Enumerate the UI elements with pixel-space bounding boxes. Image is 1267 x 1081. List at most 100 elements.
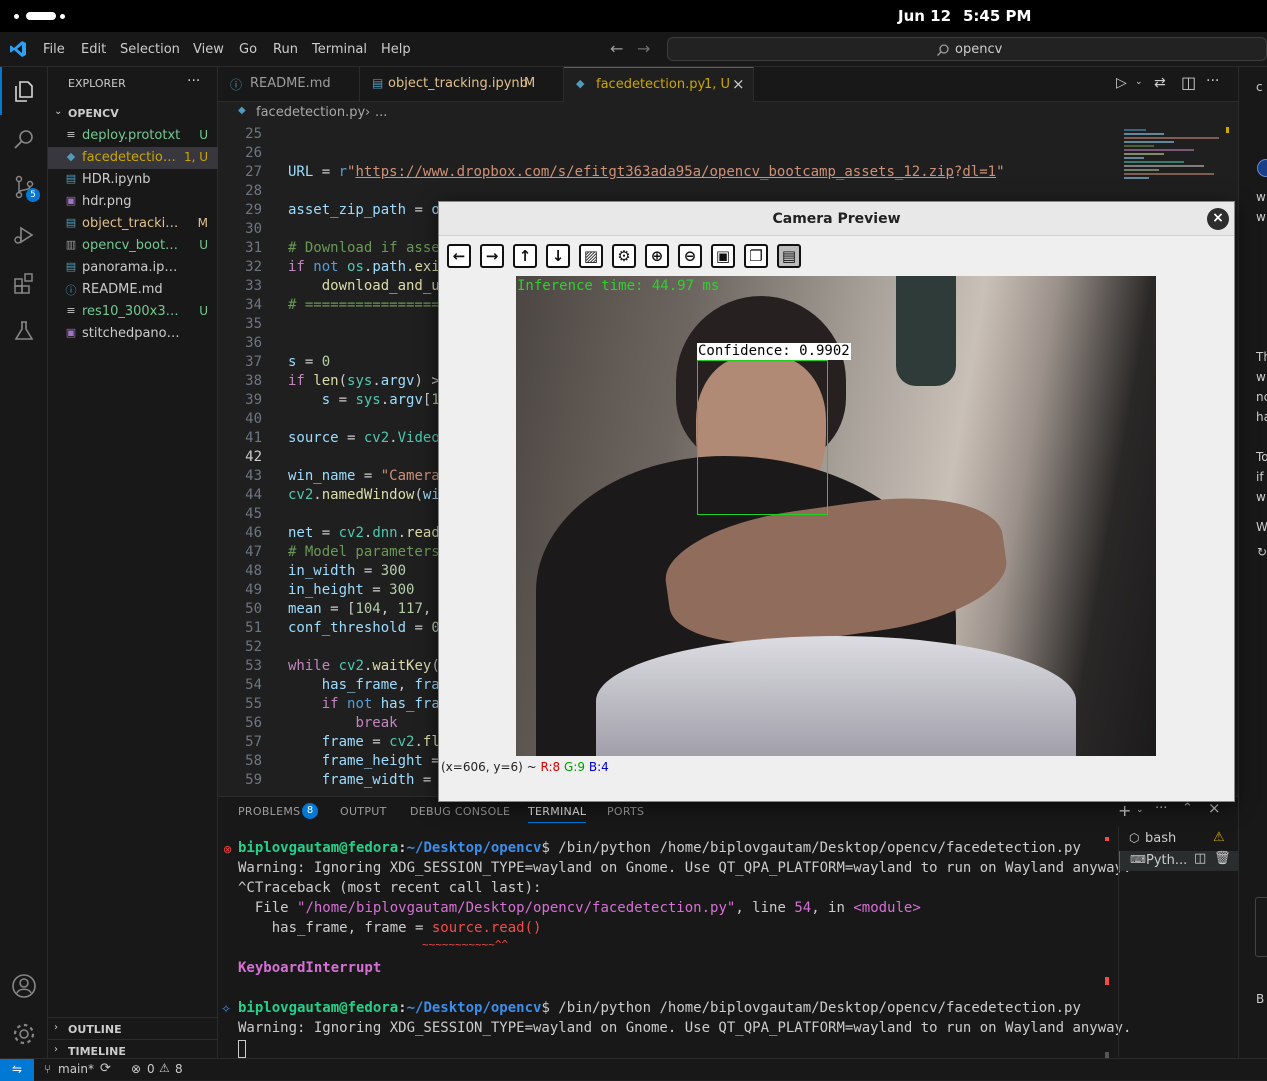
code-line[interactable]: has_frame, fra xyxy=(288,677,440,693)
code-line[interactable]: net = cv2.dnn.read xyxy=(288,525,440,541)
code-line[interactable]: frame = cv2.fl xyxy=(288,734,440,750)
file-item[interactable]: ▣ stitchedpanorama.jpg xyxy=(48,323,218,345)
more-actions-icon[interactable]: ··· xyxy=(1155,801,1167,816)
run-debug-icon[interactable] xyxy=(0,211,48,259)
code-line[interactable]: if not os.path.exi xyxy=(288,259,440,275)
code-line[interactable]: # Model parameters xyxy=(288,544,440,560)
menu-go[interactable]: Go xyxy=(239,42,257,57)
system-time[interactable]: 5:45 PM xyxy=(963,7,1031,25)
left-arrow-icon[interactable]: ← xyxy=(447,244,471,268)
run-icon[interactable]: ▷ xyxy=(1116,75,1127,91)
settings-gear-icon[interactable] xyxy=(0,1010,48,1058)
code-line[interactable]: s = sys.argv[1 xyxy=(288,392,440,408)
tab-terminal[interactable]: TERMINAL xyxy=(528,805,587,823)
refresh-icon[interactable]: ↻ xyxy=(1257,545,1267,559)
image-settings-icon[interactable]: ⚙ xyxy=(612,244,636,268)
file-item[interactable]: ≡ deploy.prototxt U xyxy=(48,125,218,147)
file-item[interactable]: ▤ HDR.ipynb xyxy=(48,169,218,191)
up-arrow-icon[interactable]: ↑ xyxy=(513,244,537,268)
remote-indicator[interactable]: ⇋ xyxy=(0,1059,34,1081)
terminal-item-python[interactable]: ⌨ Pyth... ◫ 🗑 xyxy=(1119,851,1239,871)
close-window-button[interactable]: × xyxy=(1207,208,1229,230)
right-arrow-icon[interactable]: → xyxy=(480,244,504,268)
terminal-output[interactable]: ⊗ biplovgautam@fedora:~/Desktop/opencv$ … xyxy=(218,837,1131,1058)
split-editor-icon[interactable]: ◫ xyxy=(1181,73,1196,92)
menu-view[interactable]: View xyxy=(193,42,224,57)
code-line[interactable]: # Download if asse xyxy=(288,240,440,256)
tab-output[interactable]: OUTPUT xyxy=(340,805,387,818)
code-line[interactable]: win_name = "Camera xyxy=(288,468,440,484)
code-line[interactable]: in_height = 300 xyxy=(288,582,414,598)
file-item[interactable]: ▤ panorama.ipynb xyxy=(48,257,218,279)
breadcrumb-file[interactable]: facedetection.py xyxy=(256,105,365,120)
breadcrumb-symbols[interactable]: ... xyxy=(375,105,387,120)
file-item[interactable]: ≡ res10_300x300_ssd_iter_140000_fp16.caff… xyxy=(48,301,218,323)
tab-debug-console[interactable]: DEBUG CONSOLE xyxy=(410,805,510,818)
zoom-out-icon[interactable]: ⊖ xyxy=(678,244,702,268)
down-arrow-icon[interactable]: ↓ xyxy=(546,244,570,268)
terminal-scrollbar[interactable] xyxy=(1105,827,1109,1062)
activities-indicator[interactable] xyxy=(14,12,66,20)
more-actions-icon[interactable]: ··· xyxy=(187,73,200,89)
window-title-bar[interactable]: Camera Preview × xyxy=(439,202,1234,236)
source-control-icon[interactable]: 5 xyxy=(0,163,48,211)
testing-flask-icon[interactable] xyxy=(0,307,48,355)
menu-edit[interactable]: Edit xyxy=(81,42,106,57)
code-line[interactable]: download_and_u xyxy=(288,278,440,294)
file-item[interactable]: ▤ object_tracking.ipynb M xyxy=(48,213,218,235)
tab-problems[interactable]: PROBLEMS xyxy=(238,805,300,818)
file-item[interactable]: ▥ opencv_bootcamp_assets_12.zip U xyxy=(48,235,218,257)
menu-file[interactable]: File xyxy=(43,42,65,57)
branch-name[interactable]: main* xyxy=(58,1062,94,1076)
chevron-down-icon[interactable]: ⌄ xyxy=(1136,805,1144,815)
file-item[interactable]: ◆ facedetection.py 1, U xyxy=(48,147,218,169)
camera-frame[interactable]: Inference time: 44.97 ms Confidence: 0.9… xyxy=(516,276,1156,756)
file-item[interactable]: ▣ hdr.png xyxy=(48,191,218,213)
vscode-logo-icon[interactable] xyxy=(9,40,27,58)
warning-count[interactable]: 8 xyxy=(175,1062,183,1076)
sync-icon[interactable]: ⟳ xyxy=(100,1061,111,1076)
code-line[interactable]: while cv2.waitKey( xyxy=(288,658,440,674)
system-date[interactable]: Jun 12 xyxy=(898,7,951,25)
code-line[interactable]: break xyxy=(288,715,397,731)
camera-preview-window[interactable]: Camera Preview × ← → ↑ ↓ ▨ ⚙ ⊕ ⊖ ▣ ❐ ▤ I… xyxy=(438,201,1235,802)
error-icon[interactable]: ⊗ xyxy=(131,1062,141,1076)
copy-clipboard-icon[interactable]: ❐ xyxy=(744,244,768,268)
split-terminal-icon[interactable]: ◫ xyxy=(1194,851,1206,866)
code-line[interactable]: if len(sys.argv) > xyxy=(288,373,440,389)
forward-arrow-icon[interactable]: → xyxy=(637,39,650,58)
menu-terminal[interactable]: Terminal xyxy=(312,42,367,57)
menu-run[interactable]: Run xyxy=(273,42,298,57)
trash-icon[interactable]: 🗑 xyxy=(1214,851,1231,866)
compare-changes-icon[interactable]: ⇄ xyxy=(1154,75,1166,91)
folder-header[interactable]: ⌄ OPENCV xyxy=(48,103,218,125)
save-icon[interactable]: ▣ xyxy=(711,244,735,268)
search-icon[interactable] xyxy=(0,115,48,163)
code-line[interactable]: cv2.namedWindow(wi xyxy=(288,487,440,503)
account-icon[interactable] xyxy=(0,962,48,1010)
code-line[interactable]: mean = [104, 117, xyxy=(288,601,431,617)
explorer-icon[interactable] xyxy=(0,67,48,115)
code-line[interactable]: source = cv2.Video xyxy=(288,430,440,446)
chevron-down-icon[interactable]: ⌄ xyxy=(1135,77,1143,87)
code-line[interactable]: if not has_fra xyxy=(288,696,440,712)
back-arrow-icon[interactable]: ← xyxy=(610,39,623,58)
tab-readme[interactable]: ⓘ README.md xyxy=(218,67,360,102)
new-terminal-icon[interactable]: + xyxy=(1118,801,1131,820)
code-line[interactable]: in_width = 300 xyxy=(288,563,406,579)
warning-icon[interactable]: ⚠ xyxy=(159,1061,170,1075)
file-item[interactable]: ⓘ README.md xyxy=(48,279,218,301)
tab-facedetection[interactable]: ◆ facedetection.py 1, U × xyxy=(564,67,754,103)
terminal-item-bash[interactable]: ⬡ bash ⚠ xyxy=(1119,829,1239,849)
code-line[interactable]: frame_height = xyxy=(288,753,440,769)
code-line[interactable]: URL = r"https://www.dropbox.com/s/efitgt… xyxy=(288,164,1005,180)
error-count[interactable]: 0 xyxy=(147,1062,155,1076)
menu-selection[interactable]: Selection xyxy=(120,42,180,57)
properties-icon[interactable]: ▤ xyxy=(777,244,801,268)
zoom-in-icon[interactable]: ⊕ xyxy=(645,244,669,268)
menu-help[interactable]: Help xyxy=(381,42,411,57)
extensions-icon[interactable] xyxy=(0,259,48,307)
code-line[interactable]: conf_threshold = 0 xyxy=(288,620,440,636)
code-line[interactable]: s = 0 xyxy=(288,354,330,370)
code-line[interactable]: # ================ xyxy=(288,297,440,313)
